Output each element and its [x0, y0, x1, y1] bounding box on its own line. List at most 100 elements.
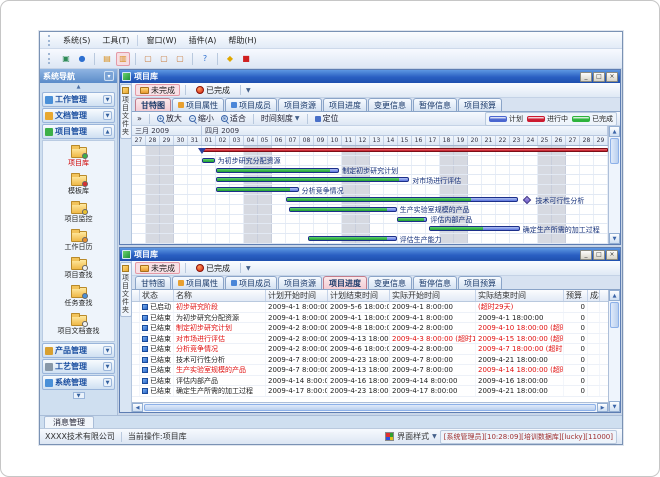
table-row[interactable]: 已结束对市场进行评估2009-4-2 8:00:002009-4-13 18:0…: [132, 334, 608, 345]
table-row[interactable]: 已结束评估内部产品2009-4-14 8:00:002009-4-16 18:0…: [132, 376, 608, 387]
filter-finished-button[interactable]: 已完成: [191, 84, 235, 96]
locate-button[interactable]: 定位: [313, 113, 341, 124]
chevron-down-icon[interactable]: ▼: [103, 111, 112, 120]
row-selector-cell[interactable]: [132, 313, 140, 323]
gantt-task-bar[interactable]: [216, 168, 339, 173]
scroll-up-arrow[interactable]: ▲: [609, 126, 620, 137]
gantt-task-bar[interactable]: [286, 197, 518, 202]
workstation-icon[interactable]: ▣: [59, 52, 73, 66]
time-scale-button[interactable]: 时间刻度▼: [259, 113, 302, 124]
tab-7[interactable]: 暂停信息: [413, 98, 457, 111]
tab-5[interactable]: 项目进度: [323, 98, 367, 111]
help-icon[interactable]: ?: [198, 52, 212, 66]
tab-6[interactable]: 变更信息: [368, 98, 412, 111]
table-row[interactable]: 已结束技术可行性分析2009-4-7 8:00:002009-4-23 18:0…: [132, 355, 608, 366]
gantt-task-bar[interactable]: [397, 217, 428, 222]
restore-button[interactable]: □: [593, 250, 605, 260]
row-selector-cell[interactable]: [132, 376, 140, 386]
restore-button[interactable]: □: [593, 72, 605, 82]
toolbar-overflow-icon[interactable]: ▼: [246, 87, 251, 94]
column-header-4[interactable]: 计划结束时间: [328, 290, 390, 301]
sidebar-group-top-2[interactable]: 项目管理▲: [42, 124, 115, 139]
tab-8[interactable]: 项目预算: [458, 276, 502, 289]
row-selector-cell[interactable]: [132, 386, 140, 396]
row-selector-cell[interactable]: [132, 365, 140, 375]
gantt-task-bar[interactable]: [308, 236, 396, 241]
globe-icon[interactable]: ●: [75, 52, 89, 66]
folder-open-icon[interactable]: ▤: [100, 52, 114, 66]
table-row[interactable]: 已结束确定生产所需的加工过程2009-4-17 8:00:002009-4-23…: [132, 386, 608, 397]
column-header-7[interactable]: 预算: [564, 290, 588, 301]
zoom-in-button[interactable]: +放大: [155, 113, 184, 124]
tab-7[interactable]: 暂停信息: [413, 276, 457, 289]
tab-message-management[interactable]: 消息管理: [44, 416, 94, 428]
doc-new-icon[interactable]: ▢: [141, 52, 155, 66]
exit-icon[interactable]: ■: [239, 52, 253, 66]
sidebar-group-bottom-1[interactable]: 工艺管理▼: [42, 359, 115, 374]
menu-item-2[interactable]: 工具(T): [96, 34, 135, 47]
tab-5[interactable]: 项目进度: [323, 276, 367, 289]
pin-icon[interactable]: ▾: [104, 71, 114, 81]
chevron-down-icon[interactable]: ▼: [103, 346, 112, 355]
sidebar-group-top-1[interactable]: 文档管理▼: [42, 108, 115, 123]
gantt-task-bar[interactable]: [289, 207, 397, 212]
close-button[interactable]: ×: [606, 72, 618, 82]
table-vertical-scrollbar[interactable]: ▲ ▼: [608, 290, 620, 412]
row-selector-cell[interactable]: [132, 302, 140, 312]
chevron-down-icon[interactable]: ▼: [103, 95, 112, 104]
gantt-task-bar[interactable]: [429, 226, 520, 231]
minimize-button[interactable]: _: [580, 250, 592, 260]
scroll-down-arrow[interactable]: ▼: [609, 233, 620, 244]
scroll-left-arrow[interactable]: ◀: [132, 403, 143, 412]
toolbar-overflow-icon[interactable]: ▼: [246, 265, 251, 272]
menu-item-1[interactable]: 系统(S): [57, 34, 96, 47]
table-row[interactable]: 已结束制定初步研究计划2009-4-2 8:00:002009-4-8 18:0…: [132, 323, 608, 334]
row-selector-cell[interactable]: [132, 334, 140, 344]
scroll-down-arrow[interactable]: ▼: [609, 401, 620, 412]
tab-8[interactable]: 项目预算: [458, 98, 502, 111]
gantt-task-bar[interactable]: [216, 187, 299, 192]
column-header-6[interactable]: 实际结束时间: [476, 290, 564, 301]
menu-item-5[interactable]: 帮助(H): [222, 34, 262, 47]
toolbar-overflow-button[interactable]: »: [135, 114, 144, 123]
chevron-down-icon[interactable]: ▼: [432, 433, 437, 440]
gantt-task-bar[interactable]: [202, 148, 608, 152]
tab-3[interactable]: 项目成员: [225, 276, 277, 289]
sidebar-group-bottom-2[interactable]: 系统管理▼: [42, 375, 115, 390]
window-titlebar[interactable]: 项目库 _ □ ×: [120, 70, 620, 83]
menu-item-3[interactable]: 窗口(W): [140, 34, 182, 47]
chevron-up-icon[interactable]: ▲: [103, 127, 112, 136]
scroll-thumb[interactable]: [610, 138, 619, 164]
filter-unfinished-button[interactable]: 未完成: [135, 262, 180, 274]
gantt-chart[interactable]: 三月 2009四月 2009 2728293031010203040506070…: [132, 126, 608, 244]
project-folder-tab[interactable]: 项目文件夹: [120, 84, 132, 139]
fit-button[interactable]: ※适合: [219, 113, 248, 124]
gantt-vertical-scrollbar[interactable]: ▲ ▼: [608, 126, 620, 244]
sidebar-scroll-up[interactable]: ▲: [40, 83, 117, 91]
tab-3[interactable]: 项目成员: [225, 98, 277, 111]
column-header-2[interactable]: 名称: [174, 290, 266, 301]
project-folder-tab[interactable]: 项目文件夹: [120, 262, 132, 317]
menu-item-4[interactable]: 插件(A): [183, 34, 223, 47]
sidebar-item-5[interactable]: 项目查找: [43, 255, 114, 283]
table-horizontal-scrollbar[interactable]: ◀ ▶: [132, 402, 608, 412]
minimize-button[interactable]: _: [580, 72, 592, 82]
scroll-thumb[interactable]: [144, 404, 596, 411]
sidebar-item-7[interactable]: 项目文档查找: [43, 311, 114, 339]
doc-delete-icon[interactable]: ▢: [173, 52, 187, 66]
row-selector-cell[interactable]: [132, 344, 140, 354]
table-row[interactable]: 已结束生产实验室规模的产品2009-4-7 8:00:002009-4-13 1…: [132, 365, 608, 376]
filter-unfinished-button[interactable]: 未完成: [135, 84, 180, 96]
column-header-5[interactable]: 实际开始时间: [390, 290, 476, 301]
zoom-out-button[interactable]: −缩小: [187, 113, 216, 124]
ui-style-label[interactable]: 界面样式: [397, 431, 429, 442]
sidebar-item-3[interactable]: 项目监控: [43, 199, 114, 227]
doc-add-icon[interactable]: ▢: [157, 52, 171, 66]
lock-icon[interactable]: ◆: [223, 52, 237, 66]
sidebar-group-top-0[interactable]: 工作管理▼: [42, 92, 115, 107]
sidebar-item-2[interactable]: 模板库: [43, 171, 114, 199]
tab-1[interactable]: 甘特图: [135, 98, 171, 111]
close-button[interactable]: ×: [606, 250, 618, 260]
sidebar-item-1[interactable]: 项目库: [43, 143, 114, 171]
tab-6[interactable]: 变更信息: [368, 276, 412, 289]
